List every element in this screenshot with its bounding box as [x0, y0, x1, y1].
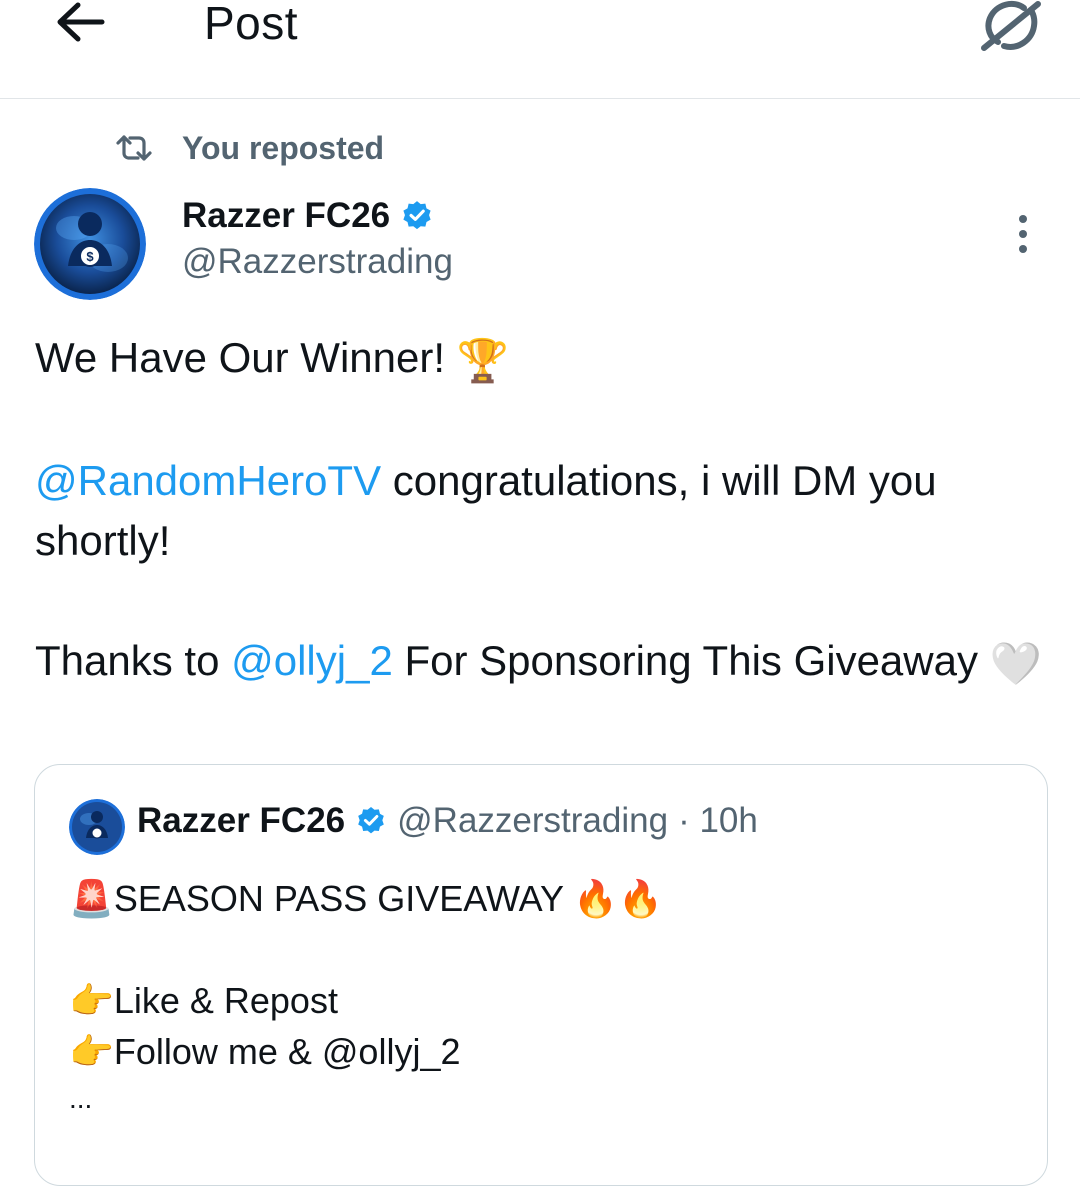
- quoted-author-name: Razzer FC26: [137, 801, 346, 840]
- repost-label: You reposted: [182, 129, 385, 166]
- post-line: @RandomHeroTV congratulations, i will DM…: [35, 451, 1050, 571]
- more-vertical-icon: [1019, 215, 1027, 253]
- quoted-text-segment: Like & Repost: [113, 980, 338, 1021]
- arrow-left-icon: [57, 2, 105, 42]
- author-name[interactable]: Razzer FC26: [182, 196, 390, 236]
- verified-badge-icon: [358, 807, 384, 834]
- post-text-segment: We Have Our Winner!: [35, 334, 457, 381]
- pointing-hand-emoji: 👉: [69, 1031, 114, 1072]
- author-handle[interactable]: @Razzerstrading: [182, 242, 453, 282]
- author-name-row[interactable]: Razzer FC26: [182, 196, 434, 236]
- post-text-segment: For Sponsoring This Giveaway: [392, 636, 990, 684]
- quoted-line: 👉Like & Repost: [69, 975, 1009, 1026]
- quoted-text-segment: Follow me & @ollyj_2: [113, 1031, 461, 1072]
- siren-emoji: 🚨: [69, 878, 114, 919]
- back-button[interactable]: [50, 0, 110, 50]
- truncation-ellipsis: ...: [69, 1083, 93, 1114]
- fire-emoji: 🔥🔥: [573, 878, 663, 919]
- repost-context: You reposted: [116, 128, 384, 168]
- white-heart-emoji: 🤍: [989, 639, 1042, 687]
- mention-link[interactable]: @RandomHeroTV: [35, 457, 381, 504]
- quoted-line: 👉Follow me & @ollyj_2: [69, 1026, 1009, 1077]
- quoted-post-header: Razzer FC26 @Razzerstrading · 10h: [137, 801, 758, 841]
- post-body: We Have Our Winner! 🏆 @RandomHeroTV cong…: [35, 328, 1050, 694]
- quoted-line: 🚨SEASON PASS GIVEAWAY 🔥🔥: [69, 873, 1009, 924]
- post-text-segment: Thanks to: [35, 636, 232, 684]
- post-line: We Have Our Winner! 🏆: [35, 328, 1050, 391]
- trophy-emoji: 🏆: [456, 336, 509, 384]
- grok-icon: [981, 0, 1041, 51]
- mention-link[interactable]: @ollyj_2: [231, 637, 393, 684]
- quoted-text-segment: SEASON PASS GIVEAWAY: [113, 878, 574, 919]
- top-app-bar: Post: [0, 0, 1080, 99]
- quoted-author-handle: @Razzerstrading: [397, 801, 669, 840]
- quoted-post-time: · 10h: [678, 801, 758, 840]
- post-line: Thanks to @ollyj_2 For Sponsoring This G…: [35, 631, 1050, 694]
- page-title: Post: [204, 0, 299, 49]
- grok-button[interactable]: [978, 0, 1042, 54]
- quoted-author-avatar[interactable]: [69, 799, 125, 855]
- author-avatar[interactable]: $: [34, 188, 146, 300]
- pointing-hand-emoji: 👉: [69, 980, 114, 1021]
- quoted-post-body: 🚨SEASON PASS GIVEAWAY 🔥🔥 👉Like & Repost …: [69, 873, 1009, 1077]
- repost-icon: [116, 135, 152, 161]
- verified-badge-icon: [403, 201, 431, 230]
- more-options-button[interactable]: [1010, 212, 1036, 256]
- svg-text:$: $: [86, 249, 94, 264]
- quoted-post-card[interactable]: Razzer FC26 @Razzerstrading · 10h 🚨SEASO…: [34, 764, 1048, 1186]
